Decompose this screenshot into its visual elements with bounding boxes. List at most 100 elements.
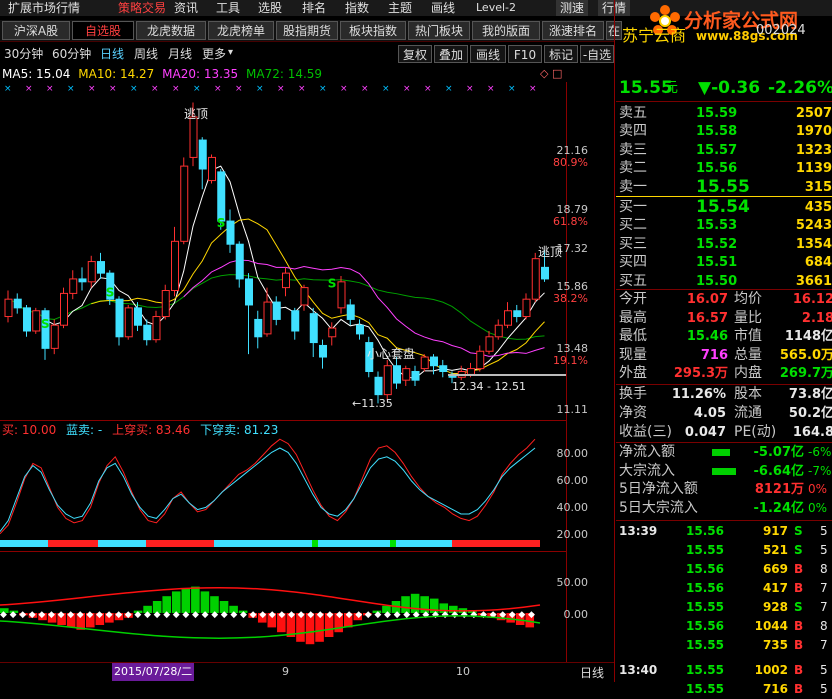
- period-60min[interactable]: 60分钟: [52, 44, 91, 64]
- zero-diamond: ◆: [173, 610, 180, 620]
- bid-row[interactable]: 买五 15.50 3661: [616, 272, 832, 291]
- zero-diamond: ◆: [230, 610, 237, 620]
- tab-bar: 沪深A股 自选股 龙虎数据 龙虎榜单 股指期货 板块指数 热门板块 我的版面 涨…: [0, 20, 622, 42]
- price-pct: 38.2%: [553, 292, 588, 305]
- menu-ranking[interactable]: 排名: [302, 0, 326, 16]
- ma5-label: MA5: 15.04: [2, 67, 71, 81]
- ask-volume: 1139: [795, 161, 832, 177]
- candle-body: [531, 258, 540, 300]
- candle-body: [439, 365, 448, 373]
- ask-row[interactable]: 卖一 15.55 315: [616, 177, 832, 197]
- candle-body: [411, 371, 420, 381]
- tick-row: 15.55 928 S 7: [616, 598, 832, 617]
- stat-value: 16.57: [686, 310, 728, 326]
- macd-chart[interactable]: ◆ ◆ ◆ ◆ ◆ ◆ ◆ ◆ ◆ ◆ ◆ ◆ ◆ ◆ ◆ ◆ ◆ ◆ ◆ ◆ ◆ ◆ ◆ ◆ ◆ ◆ ◆ ◆ ◆ ◆ ◆ ◆ ◆ ◆ ◆ ◆ ◆ ◆ ◆ ◆…: [0, 553, 566, 661]
- candle-body: [60, 292, 68, 326]
- period-daily[interactable]: 日线: [100, 44, 124, 64]
- bid-row[interactable]: 买四 15.51 684: [616, 253, 832, 272]
- zero-diamond: ◆: [154, 610, 161, 620]
- zero-diamond: ◆: [38, 610, 45, 620]
- candle-body: [402, 368, 411, 381]
- candle-body: [337, 281, 346, 309]
- candle-body: [263, 301, 272, 335]
- candle-body: [541, 266, 549, 280]
- zero-diamond: ◆: [288, 610, 295, 620]
- ask-volume: 1970: [795, 124, 832, 140]
- menu-stock-pick[interactable]: 选股: [258, 0, 282, 16]
- tab-sector-index[interactable]: 板块指数: [340, 21, 406, 40]
- period-monthly[interactable]: 月线: [168, 44, 192, 64]
- osc-blue-sell-label: 蓝卖: -: [66, 423, 103, 437]
- period-more[interactable]: 更多: [202, 44, 226, 64]
- menu-level2[interactable]: Level-2: [476, 0, 516, 16]
- ask-row[interactable]: 卖二 15.56 1139: [616, 159, 832, 178]
- signal-dot: ×: [214, 84, 222, 94]
- fund-value: 0.047: [684, 425, 726, 440]
- menu-speed-test[interactable]: 测速: [556, 0, 589, 16]
- diamond-icon[interactable]: ◇: [540, 67, 548, 80]
- tick-price: 15.56: [686, 619, 724, 633]
- tab-my-layout[interactable]: 我的版面: [472, 21, 540, 40]
- bid-row[interactable]: 买三 15.52 1354: [616, 235, 832, 254]
- ask-row[interactable]: 卖四 15.58 1970: [616, 122, 832, 141]
- tab-shanghai-shenzhen-a[interactable]: 沪深A股: [2, 21, 70, 40]
- period-weekly[interactable]: 周线: [134, 44, 158, 64]
- bid-row[interactable]: 买一 15.54 435: [616, 198, 832, 217]
- menu-index[interactable]: 指数: [345, 0, 369, 16]
- button-adjust-rights[interactable]: 复权: [398, 45, 432, 63]
- stat-value: 15.46: [686, 329, 728, 345]
- menu-extended-market[interactable]: 扩展市场行情: [8, 0, 80, 16]
- ask-row[interactable]: 卖五 15.59 2507: [616, 104, 832, 123]
- button-watchlist-toggle[interactable]: -自选: [580, 45, 614, 63]
- menu-theme[interactable]: 主题: [388, 0, 412, 16]
- period-30min[interactable]: 30分钟: [4, 44, 43, 64]
- ma10-line: [91, 218, 545, 375]
- date-bar: 2015/07/28/二 9 10 日线: [0, 662, 614, 683]
- button-f10[interactable]: F10: [508, 45, 542, 63]
- tab-hot-sectors[interactable]: 热门板块: [408, 21, 470, 40]
- tick-volume: 917: [762, 524, 788, 538]
- tab-dragon-tiger-list[interactable]: 龙虎榜单: [208, 21, 274, 40]
- flow-bar: [712, 467, 736, 475]
- signal-dot: ×: [529, 84, 537, 94]
- button-overlay[interactable]: 叠加: [434, 45, 468, 63]
- tab-dragon-tiger-data[interactable]: 龙虎数据: [136, 21, 206, 40]
- stat-value: 716: [700, 347, 728, 363]
- expand-icon[interactable]: □: [552, 67, 562, 80]
- zero-diamond: ◆: [29, 610, 36, 620]
- candle-body: [494, 324, 503, 338]
- tick-row: 15.56 669 B 8: [616, 560, 832, 579]
- tab-rise-speed[interactable]: 涨速排名: [542, 21, 604, 40]
- zero-diamond: ◆: [182, 610, 189, 620]
- macd-tick: 0.00: [563, 608, 589, 621]
- candle-body: [189, 116, 198, 158]
- zero-diamond: ◆: [77, 610, 84, 620]
- button-draw-line[interactable]: 画线: [470, 45, 506, 63]
- fund-label: 流通: [734, 405, 762, 421]
- candle-body: [254, 318, 263, 338]
- zero-diamond: ◆: [269, 610, 276, 620]
- tick-side: S: [794, 543, 803, 557]
- oscillator-chart[interactable]: [0, 436, 566, 550]
- menu-draw-line[interactable]: 画线: [431, 0, 455, 16]
- ask-row[interactable]: 卖三 15.57 1323: [616, 141, 832, 160]
- tab-index-futures[interactable]: 股指期货: [276, 21, 338, 40]
- price-unit: 元: [664, 80, 678, 96]
- flow-label: 5日大宗流入: [619, 499, 698, 516]
- tick-price: 15.55: [686, 638, 724, 652]
- menu-news[interactable]: 资讯: [174, 0, 198, 16]
- tick-count: 5: [820, 663, 828, 677]
- period-indicator[interactable]: 日线: [580, 664, 604, 681]
- bid-label: 买三: [619, 235, 647, 252]
- tab-watchlist[interactable]: 自选股: [72, 21, 134, 40]
- menu-tools[interactable]: 工具: [216, 0, 240, 16]
- tick-volume: 1044: [754, 619, 788, 633]
- button-mark[interactable]: 标记: [544, 45, 578, 63]
- candle-body: [393, 365, 401, 384]
- ma10-label: MA10: 14.27: [78, 67, 155, 81]
- bid-row[interactable]: 买二 15.53 5243: [616, 216, 832, 235]
- tick-volume: 735: [762, 638, 788, 652]
- candlestick-chart[interactable]: × × × × × × × × × × × × × × × × × × × × × × × × × × S S S S: [0, 82, 566, 418]
- chevron-down-icon[interactable]: ▾: [228, 47, 233, 58]
- menu-strategy-trading[interactable]: 策略交易: [118, 0, 166, 16]
